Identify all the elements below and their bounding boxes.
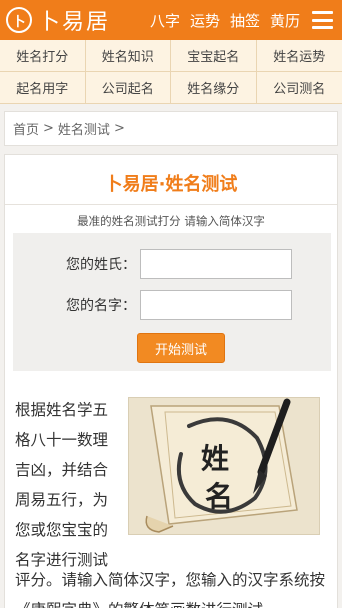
menu-item-naming-chars[interactable]: 起名用字 xyxy=(0,72,86,104)
given-name-input[interactable] xyxy=(140,290,292,320)
category-menu: 姓名打分 姓名知识 宝宝起名 姓名运势 起名用字 公司起名 姓名缘分 公司测名 xyxy=(0,40,342,104)
menu-item-baby-naming[interactable]: 宝宝起名 xyxy=(171,40,257,72)
surname-input[interactable] xyxy=(140,249,292,279)
title-divider xyxy=(5,204,337,205)
calligraphy-scroll-image: 姓 名 xyxy=(129,398,319,534)
menu-item-name-fortune[interactable]: 姓名运势 xyxy=(256,40,342,72)
page-title: 卜易居·姓名测试 xyxy=(104,174,238,195)
breadcrumb: 首页 > 姓名测试 > xyxy=(4,111,338,146)
menu-item-name-match[interactable]: 姓名缘分 xyxy=(171,72,257,104)
page-subtitle: 最准的姓名测试打分 请输入简体汉字 xyxy=(77,214,265,228)
hamburger-icon[interactable] xyxy=(312,11,333,29)
menu-item-name-score[interactable]: 姓名打分 xyxy=(0,40,86,72)
menu-item-company-naming[interactable]: 公司起名 xyxy=(85,72,171,104)
breadcrumb-home[interactable]: 首页 xyxy=(13,119,39,138)
name-test-card: 卜易居·姓名测试 最准的姓名测试打分 请输入简体汉字 您的姓氏： 您的名字： 开… xyxy=(4,154,338,608)
logo-text: 卜易居 xyxy=(38,10,111,35)
top-nav: 八字 运势 抽签 黄历 xyxy=(150,0,300,40)
menu-item-name-knowledge[interactable]: 姓名知识 xyxy=(85,40,171,72)
calligraphy-illustration: 姓 名 xyxy=(128,397,320,535)
start-test-button[interactable]: 开始测试 xyxy=(137,333,225,363)
nav-draw-lots[interactable]: 抽签 xyxy=(230,10,260,31)
breadcrumb-separator: > xyxy=(113,121,125,136)
illustration-calligraphy-text: 姓 xyxy=(201,442,229,475)
given-name-row: 您的名字： xyxy=(13,289,331,321)
hamburger-line xyxy=(312,26,333,29)
hamburger-line xyxy=(312,11,333,14)
surname-row: 您的姓氏： xyxy=(13,248,331,280)
nav-almanac[interactable]: 黄历 xyxy=(270,10,300,31)
menu-item-company-name-test[interactable]: 公司测名 xyxy=(256,72,342,104)
nav-bazi[interactable]: 八字 xyxy=(150,10,180,31)
top-header: 卜 卜易居 八字 运势 抽签 黄历 xyxy=(0,0,342,40)
breadcrumb-separator: > xyxy=(43,121,54,136)
description-text-continued: 评分。请输入简体汉字，您输入的汉字系统按《康熙字典》的繁体笔画数进行测试 xyxy=(15,571,326,608)
breadcrumb-current[interactable]: 姓名测试 xyxy=(58,119,110,138)
site-logo[interactable]: 卜 卜易居 xyxy=(6,0,110,40)
given-name-label: 您的名字： xyxy=(66,298,136,314)
logo-seal-icon: 卜 xyxy=(6,7,32,33)
illustration-calligraphy-text: 名 xyxy=(205,480,233,513)
hamburger-line xyxy=(312,18,333,22)
nav-fortune[interactable]: 运势 xyxy=(190,10,220,31)
name-test-form: 您的姓氏： 您的名字： 开始测试 xyxy=(13,233,331,371)
surname-label: 您的姓氏： xyxy=(66,257,136,273)
description-text: 根据姓名学五格八十一数理吉凶，并结合周易五行，为您或您宝宝的名字进行测试 xyxy=(15,401,109,569)
